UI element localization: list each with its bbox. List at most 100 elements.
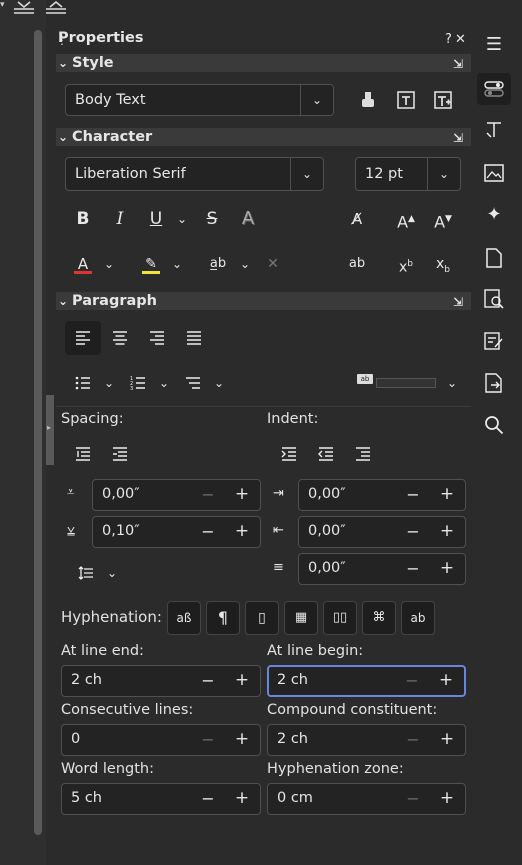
increment-button[interactable]: + bbox=[435, 788, 459, 808]
compound-constituent-stepper[interactable]: 2 ch − + bbox=[267, 724, 466, 756]
decrement-button[interactable]: − bbox=[196, 789, 220, 808]
style-inspector-icon[interactable] bbox=[480, 285, 508, 313]
spellcheck-icon[interactable]: ab bbox=[401, 601, 435, 635]
after-text-indent-stepper[interactable]: 0,00″ − + bbox=[298, 516, 466, 548]
increase-font-size-icon[interactable]: A▲ bbox=[390, 203, 422, 235]
search-icon[interactable] bbox=[480, 411, 508, 439]
dock-icon[interactable]: ⇲ bbox=[453, 55, 463, 73]
dock-icon[interactable]: ⇲ bbox=[453, 293, 463, 311]
italic-icon[interactable]: I bbox=[104, 203, 136, 235]
move-up-icon[interactable] bbox=[44, 0, 68, 16]
increment-button[interactable]: + bbox=[435, 729, 459, 749]
menu-icon[interactable]: ☰ bbox=[480, 31, 508, 59]
font-color-icon[interactable]: A bbox=[67, 248, 99, 280]
align-right-icon[interactable] bbox=[141, 322, 173, 354]
character-section-header[interactable]: ⌄ Character ⇲ bbox=[56, 128, 471, 146]
font-name-select[interactable]: Liberation Serif ⌄ bbox=[65, 157, 324, 191]
at-line-end-stepper[interactable]: 2 ch − + bbox=[61, 665, 261, 697]
styles-icon[interactable] bbox=[480, 116, 508, 144]
align-center-icon[interactable] bbox=[104, 322, 136, 354]
font-size-select[interactable]: 12 pt ⌄ bbox=[355, 157, 461, 191]
background-color-chevron-icon[interactable]: ⌄ bbox=[440, 367, 464, 399]
gallery-icon[interactable] bbox=[480, 159, 508, 187]
decrease-font-size-icon[interactable]: A▼ bbox=[427, 203, 459, 235]
superscript-icon[interactable]: xb bbox=[390, 248, 422, 280]
at-line-begin-stepper[interactable]: 2 ch − + bbox=[267, 665, 466, 697]
decrement-button[interactable]: − bbox=[401, 730, 425, 749]
numbered-list-chevron-icon[interactable]: ⌄ bbox=[152, 367, 176, 399]
decrease-indent-icon[interactable] bbox=[310, 438, 342, 470]
decrement-button[interactable]: − bbox=[196, 522, 220, 541]
case-icon[interactable]: ab bbox=[341, 248, 373, 280]
dropdown-arrow-icon[interactable]: ▾ bbox=[0, 0, 8, 14]
chevron-down-icon[interactable]: ⌄ bbox=[427, 158, 460, 190]
dock-icon[interactable]: ⇲ bbox=[453, 129, 463, 147]
decrement-button[interactable]: − bbox=[400, 671, 424, 690]
page-icon[interactable] bbox=[480, 244, 508, 272]
paragraph-section-header[interactable]: ⌄ Paragraph ⇲ bbox=[56, 292, 471, 310]
outline-list-icon[interactable] bbox=[177, 367, 209, 399]
clear-formatting-icon[interactable]: A̸ bbox=[341, 203, 373, 235]
vertical-scrollbar[interactable] bbox=[34, 30, 42, 835]
spread-icon[interactable]: ⌘ bbox=[362, 601, 396, 635]
word-length-stepper[interactable]: 5 ch − + bbox=[61, 783, 261, 815]
underline-icon[interactable]: U bbox=[140, 203, 172, 235]
increment-button[interactable]: + bbox=[230, 484, 254, 504]
paragraph-style-select[interactable]: Body Text ⌄ bbox=[65, 84, 334, 116]
style-section-header[interactable]: ⌄ Style ⇲ bbox=[56, 54, 471, 72]
pilcrow-icon[interactable]: ¶ bbox=[206, 601, 240, 635]
increment-button[interactable]: + bbox=[434, 670, 458, 690]
decrement-button[interactable]: − bbox=[196, 730, 220, 749]
clear-icon[interactable]: ✕ bbox=[257, 248, 289, 280]
sidebar-collapse-handle[interactable]: ▸ bbox=[46, 395, 54, 465]
increment-button[interactable]: + bbox=[230, 729, 254, 749]
bullet-list-chevron-icon[interactable]: ⌄ bbox=[97, 367, 121, 399]
grid-icon[interactable]: ▦ bbox=[284, 601, 318, 635]
line-spacing-icon[interactable] bbox=[72, 557, 100, 589]
columns-icon[interactable]: ▯▯ bbox=[323, 601, 357, 635]
decrement-button[interactable]: − bbox=[196, 671, 220, 690]
character-spacing-icon[interactable]: a̲b bbox=[202, 248, 234, 280]
highlight-icon[interactable]: ✎ bbox=[135, 248, 167, 280]
hyphenation-zone-stepper[interactable]: 0 cm − + bbox=[267, 783, 466, 815]
properties-toggle-icon[interactable] bbox=[477, 73, 511, 105]
character-spacing-chevron-icon[interactable]: ⌄ bbox=[233, 248, 257, 280]
increase-paragraph-spacing-icon[interactable] bbox=[67, 438, 99, 470]
line-spacing-chevron-icon[interactable]: ⌄ bbox=[100, 557, 124, 589]
decrease-paragraph-spacing-icon[interactable] bbox=[104, 438, 136, 470]
decrement-button[interactable]: − bbox=[401, 559, 425, 578]
navigator-icon[interactable]: ✦ bbox=[480, 201, 508, 229]
font-color-chevron-icon[interactable]: ⌄ bbox=[97, 248, 121, 280]
new-style-icon[interactable] bbox=[427, 84, 459, 116]
close-button[interactable]: ✕ bbox=[455, 32, 466, 47]
decrement-button[interactable]: − bbox=[196, 485, 220, 504]
chevron-down-icon[interactable]: ⌄ bbox=[290, 158, 323, 190]
increment-button[interactable]: + bbox=[435, 558, 459, 578]
page-icon[interactable]: ▯ bbox=[245, 601, 279, 635]
increase-indent-icon[interactable] bbox=[273, 438, 305, 470]
bullet-list-icon[interactable] bbox=[67, 367, 99, 399]
underline-options-chevron-icon[interactable]: ⌄ bbox=[170, 203, 194, 235]
justify-icon[interactable] bbox=[178, 322, 210, 354]
consecutive-lines-stepper[interactable]: 0 − + bbox=[61, 724, 261, 756]
background-color-icon[interactable]: ab bbox=[357, 374, 373, 384]
outline-list-chevron-icon[interactable]: ⌄ bbox=[207, 367, 231, 399]
chevron-down-icon[interactable]: ⌄ bbox=[300, 85, 333, 115]
increment-button[interactable]: + bbox=[230, 788, 254, 808]
decrement-button[interactable]: − bbox=[401, 789, 425, 808]
hyphenate-icon[interactable]: aß bbox=[167, 601, 201, 635]
above-spacing-stepper[interactable]: 0,00″ − + bbox=[92, 479, 261, 511]
decrement-button[interactable]: − bbox=[401, 485, 425, 504]
hanging-indent-icon[interactable] bbox=[347, 438, 379, 470]
before-text-indent-stepper[interactable]: 0,00″ − + bbox=[298, 479, 466, 511]
increment-button[interactable]: + bbox=[230, 521, 254, 541]
increment-button[interactable]: + bbox=[230, 670, 254, 690]
design-icon[interactable] bbox=[480, 369, 508, 397]
increment-button[interactable]: + bbox=[435, 484, 459, 504]
fill-format-icon[interactable] bbox=[353, 84, 385, 116]
update-style-icon[interactable] bbox=[390, 84, 422, 116]
below-spacing-stepper[interactable]: 0,10″ − + bbox=[92, 516, 261, 548]
first-line-indent-stepper[interactable]: 0,00″ − + bbox=[298, 553, 466, 585]
numbered-list-icon[interactable]: 123 bbox=[122, 367, 154, 399]
move-down-icon[interactable] bbox=[12, 0, 36, 16]
